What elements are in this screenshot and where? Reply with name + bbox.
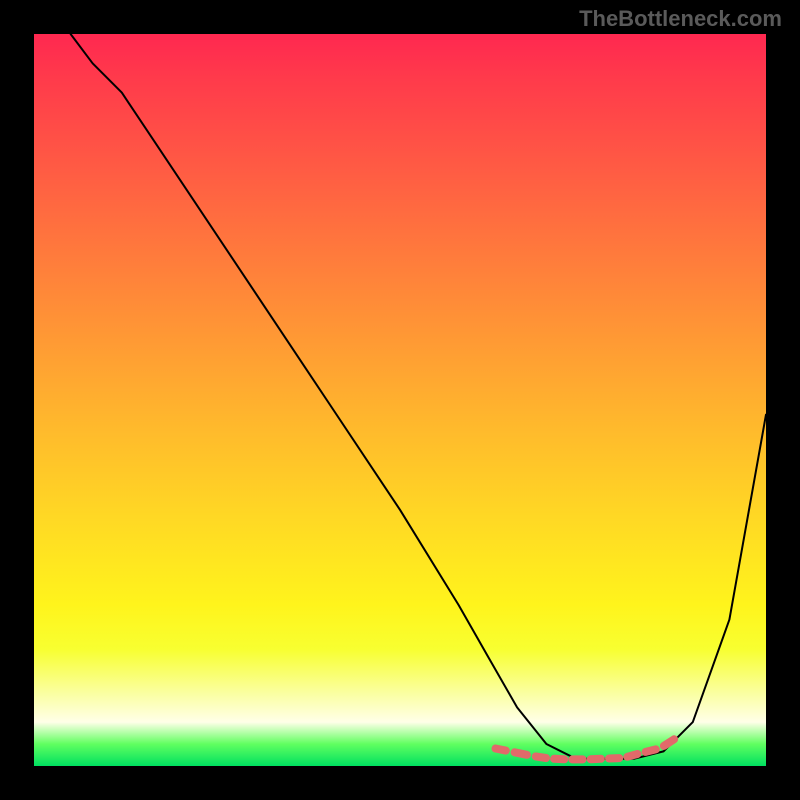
highlight-dash <box>646 749 656 752</box>
watermark-text: TheBottleneck.com <box>579 6 782 32</box>
plot-area <box>34 34 766 766</box>
chart-svg <box>34 34 766 766</box>
highlight-dash <box>627 754 637 757</box>
curve-line <box>71 34 766 759</box>
highlight-dash <box>496 749 506 751</box>
highlight-dash <box>591 759 601 760</box>
highlight-dash <box>664 739 674 746</box>
highlight-dash <box>554 759 564 760</box>
highlight-dash <box>536 756 546 758</box>
highlight-dash <box>515 752 527 755</box>
